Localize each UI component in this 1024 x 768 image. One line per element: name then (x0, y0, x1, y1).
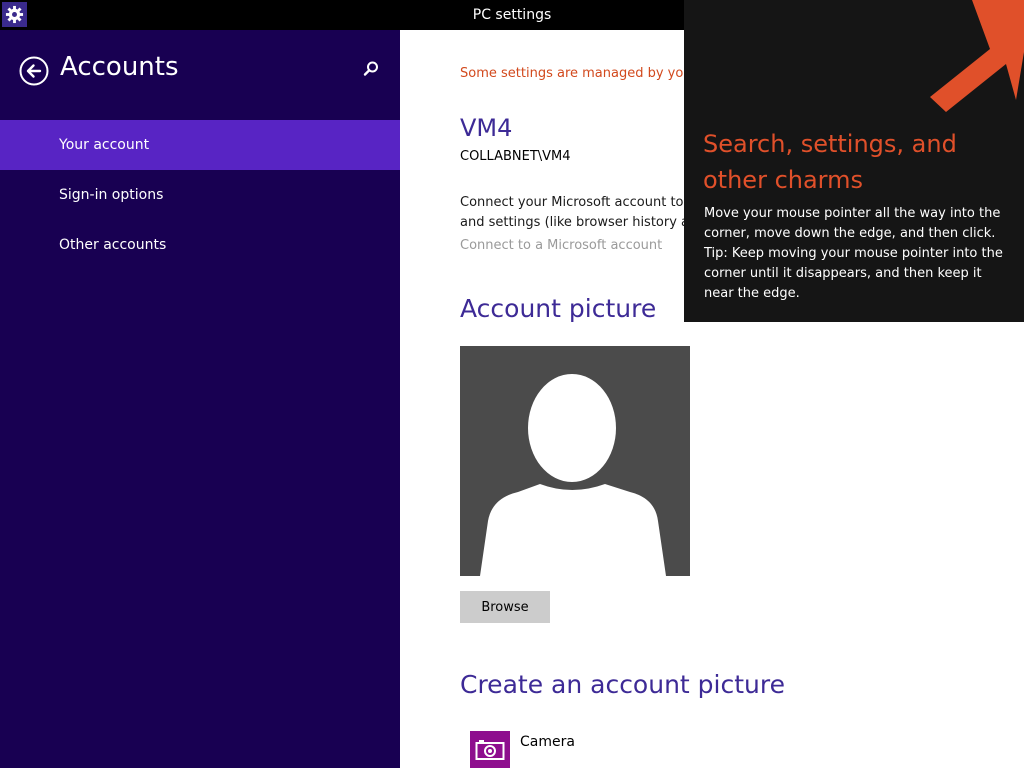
charms-tip-body: Move your mouse pointer all the way into… (704, 206, 1003, 301)
managed-settings-note: Some settings are managed by yo (460, 66, 684, 81)
arrow-up-right-icon (930, 0, 1024, 112)
camera-icon[interactable] (470, 731, 510, 768)
account-domain: COLLABNET\VM4 (460, 149, 571, 164)
browse-button[interactable]: Browse (460, 591, 550, 623)
create-account-picture-heading: Create an account picture (460, 670, 785, 699)
page-title: Accounts (60, 52, 179, 82)
sidebar: Accounts Your account Sign-in options Ot… (0, 30, 400, 768)
charms-tip-overlay: Search, settings, and other charms Move … (684, 0, 1024, 322)
sidebar-item-sign-in-options[interactable]: Sign-in options (0, 170, 400, 220)
camera-option-label[interactable]: Camera (520, 734, 575, 750)
sidebar-item-other-accounts[interactable]: Other accounts (0, 220, 400, 270)
account-picture (460, 346, 690, 576)
account-name: VM4 (460, 114, 513, 142)
charms-tip-title: Search, settings, and other charms (703, 130, 957, 194)
account-picture-heading: Account picture (460, 294, 657, 323)
connect-microsoft-account-link[interactable]: Connect to a Microsoft account (460, 238, 662, 253)
search-icon[interactable] (362, 60, 382, 80)
back-arrow-circle-icon[interactable] (19, 56, 49, 86)
sidebar-item-your-account[interactable]: Your account (0, 120, 400, 170)
